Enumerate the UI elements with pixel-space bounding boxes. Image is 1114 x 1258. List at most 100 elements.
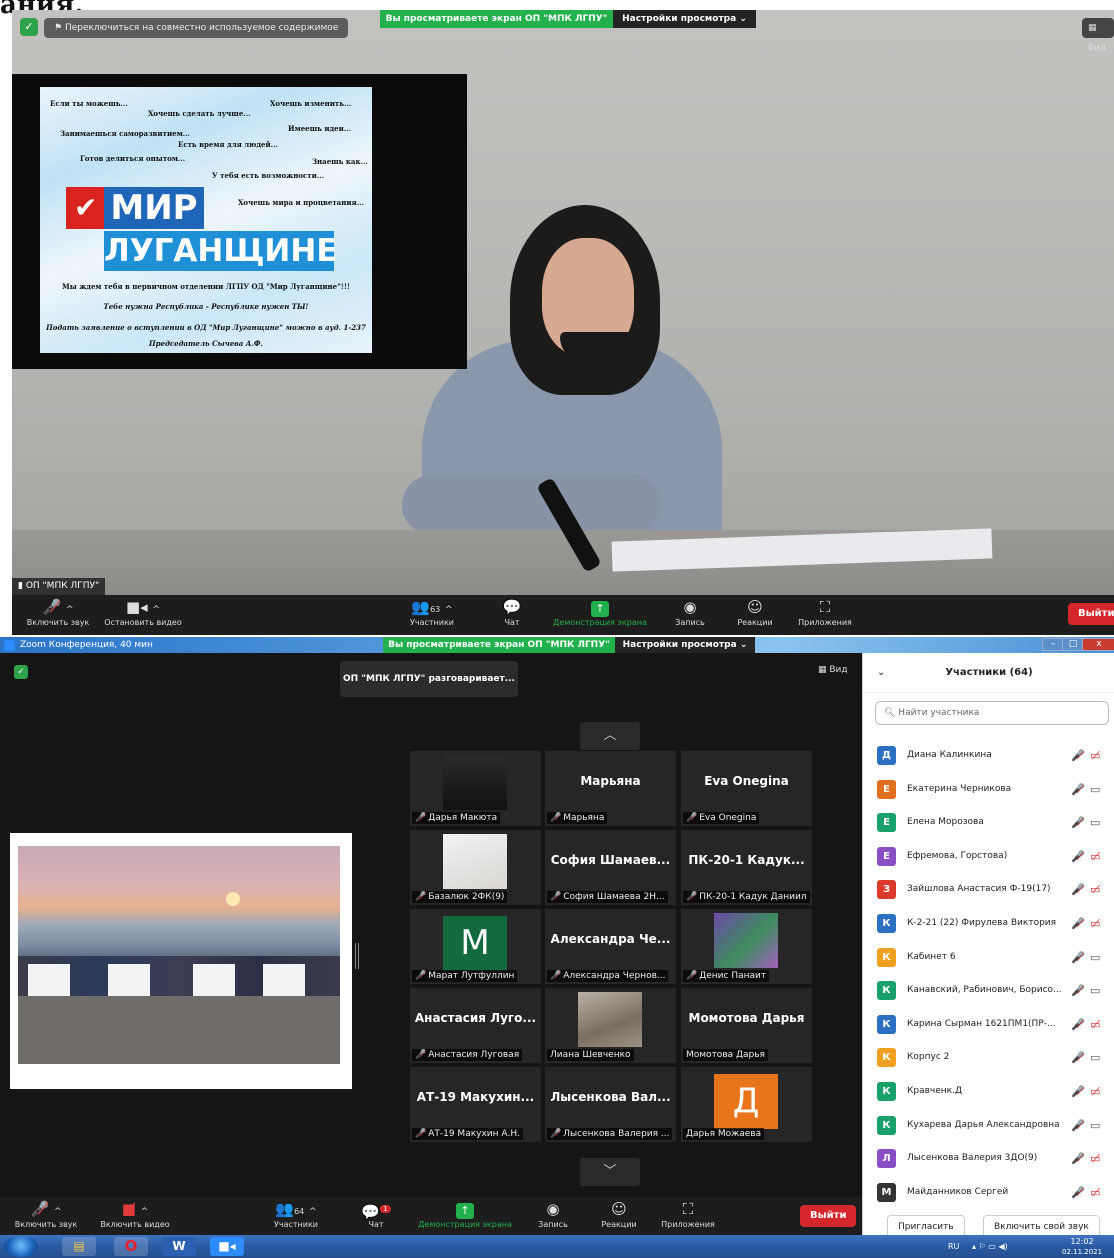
page-up-icon[interactable]: ︿: [580, 722, 640, 750]
participant-tile[interactable]: ПК-20-1 Кадук... 🎤̸ ПК-20-1 Кадук Даниил: [681, 830, 812, 905]
split-handle[interactable]: [355, 943, 359, 969]
participant-tile[interactable]: Марьяна 🎤̸ Марьяна: [545, 751, 676, 826]
invite-button[interactable]: Пригласить: [887, 1215, 965, 1235]
camera-off-icon[interactable]: ▭̸: [1090, 1142, 1100, 1175]
participant-row[interactable]: Е Елена Морозова 🎤̸ ▭: [863, 806, 1114, 839]
participant-row[interactable]: К Корпус 2 🎤̸ ▭: [863, 1041, 1114, 1074]
participant-row[interactable]: Л Лысенкова Валерия 3ДО(9) 🎤̸ ▭̸: [863, 1142, 1114, 1175]
start-button[interactable]: [4, 1236, 38, 1257]
view-button[interactable]: ▦ Вид: [1082, 18, 1114, 53]
camera-icon[interactable]: ▭: [1090, 1109, 1100, 1142]
participant-tile[interactable]: Д Дарья Можаева: [681, 1067, 812, 1142]
camera-icon[interactable]: ▭: [1090, 806, 1100, 839]
camera-icon[interactable]: ▭: [1090, 773, 1100, 806]
participant-row[interactable]: М Майданников Сергей 🎤̸ ▭̸: [863, 1176, 1114, 1209]
participant-tile[interactable]: M 🎤̸ Марат Лутфуллин: [410, 909, 541, 984]
share-screen-button[interactable]: ↑ Демонстрация экрана: [412, 1197, 518, 1235]
audio-button[interactable]: 🎤̸ ^ Включить звук: [18, 595, 98, 635]
page-down-icon[interactable]: ﹀: [580, 1158, 640, 1186]
maximize-icon[interactable]: □: [1062, 638, 1084, 651]
explorer-icon[interactable]: ▤: [62, 1237, 96, 1256]
mic-muted-icon[interactable]: 🎤̸: [1071, 1176, 1085, 1209]
camera-off-icon[interactable]: ▭̸: [1090, 739, 1100, 772]
mic-muted-icon[interactable]: 🎤̸: [1071, 1008, 1085, 1041]
mic-muted-icon[interactable]: 🎤̸: [1071, 806, 1085, 839]
participant-tile[interactable]: АТ-19 Макухин... 🎤̸ АТ-19 Макухин А.Н.: [410, 1067, 541, 1142]
mic-muted-icon[interactable]: 🎤̸: [1071, 907, 1085, 940]
participant-row[interactable]: К Кравченк.Д 🎤̸ ▭̸: [863, 1075, 1114, 1108]
mic-muted-icon[interactable]: 🎤̸: [1071, 1075, 1085, 1108]
camera-off-icon[interactable]: ▭̸: [1090, 907, 1100, 940]
participants-button[interactable]: 👥63 ^ Участники: [397, 595, 467, 635]
camera-icon[interactable]: ▭: [1090, 974, 1100, 1007]
reactions-button[interactable]: ☺ Реакции: [730, 595, 780, 635]
chat-button[interactable]: 💬 1 Чат: [358, 1197, 394, 1235]
leave-button[interactable]: Выйти: [800, 1205, 857, 1227]
chevron-down-icon[interactable]: ⌄: [877, 653, 885, 693]
view-settings-dropdown[interactable]: Настройки просмотра ⌄: [615, 637, 755, 653]
apps-button[interactable]: ⛶ Приложения: [652, 1197, 724, 1235]
mic-muted-icon[interactable]: 🎤̸: [1071, 941, 1085, 974]
participant-tile[interactable]: Александра Че... 🎤̸ Александра Чернов...: [545, 909, 676, 984]
participant-row[interactable]: К Кабинет 6 🎤̸ ▭: [863, 941, 1114, 974]
apps-button[interactable]: ⛶ Приложения: [790, 595, 860, 635]
participant-row[interactable]: К Кухарева Дарья Александровна 🎤̸ ▭: [863, 1109, 1114, 1142]
participant-row[interactable]: К Канавский, Рабинович, Борисо... 🎤̸ ▭: [863, 974, 1114, 1007]
record-button[interactable]: ◉ Запись: [530, 1197, 576, 1235]
leave-button[interactable]: Выйти: [1068, 603, 1114, 625]
security-shield-icon[interactable]: ✓: [14, 665, 28, 679]
participant-row[interactable]: Д Диана Калинкина 🎤̸ ▭̸: [863, 739, 1114, 772]
video-button[interactable]: ■̸ ^ Включить видео: [92, 1197, 178, 1235]
unmute-me-button[interactable]: Включить свой звук: [983, 1215, 1100, 1235]
share-screen-button[interactable]: ↑ Демонстрация экрана: [548, 595, 652, 635]
participant-row[interactable]: Е Ефремова, Горстова) 🎤̸ ▭̸: [863, 840, 1114, 873]
participant-row[interactable]: К К-2-21 (22) Фирулева Виктория 🎤̸ ▭̸: [863, 907, 1114, 940]
tray-icons[interactable]: ▴ ⚐ ▭ ◀): [972, 1235, 1008, 1258]
mic-muted-icon[interactable]: 🎤̸: [1071, 1142, 1085, 1175]
participant-tile[interactable]: 🎤̸ Денис Панаит: [681, 909, 812, 984]
participant-tile[interactable]: Лысенкова Вал... 🎤̸ Лысенкова Валерия ...: [545, 1067, 676, 1142]
participant-tile[interactable]: 🎤̸ Базалюк 2ФК(9): [410, 830, 541, 905]
camera-off-icon[interactable]: ▭̸: [1090, 840, 1100, 873]
view-button[interactable]: ▦ Вид: [818, 665, 848, 675]
mic-muted-icon[interactable]: 🎤̸: [1071, 840, 1085, 873]
video-button[interactable]: ■◂ ^ Остановить видео: [98, 595, 188, 635]
participant-row[interactable]: Е Екатерина Черникова 🎤̸ ▭: [863, 773, 1114, 806]
participants-button[interactable]: 👥64 ^ Участники: [258, 1197, 334, 1235]
audio-button[interactable]: 🎤̸ ^ Включить звук: [6, 1197, 86, 1235]
camera-off-icon[interactable]: ▭̸: [1090, 1075, 1100, 1108]
chat-button[interactable]: 💬 Чат: [494, 595, 530, 635]
participant-row[interactable]: З Зайшлова Анастасия Ф-19(17) 🎤̸ ▭̸: [863, 873, 1114, 906]
participant-search-input[interactable]: 🔍︎ Найти участника: [875, 701, 1109, 725]
camera-off-icon[interactable]: ▭̸: [1090, 1008, 1100, 1041]
mic-muted-icon[interactable]: 🎤̸: [1071, 974, 1085, 1007]
camera-icon[interactable]: ▭: [1090, 941, 1100, 974]
minimize-icon[interactable]: –: [1042, 638, 1064, 651]
mic-muted-icon[interactable]: 🎤̸: [1071, 773, 1085, 806]
language-indicator[interactable]: RU: [948, 1235, 959, 1258]
opera-icon[interactable]: O: [114, 1237, 148, 1256]
participant-tile[interactable]: Лиана Шевченко: [545, 988, 676, 1063]
switch-to-shared-content-button[interactable]: ⚑ Переключиться на совместно используемо…: [44, 18, 349, 38]
participant-tile[interactable]: Анастасия Луго... 🎤̸ Анастасия Луговая: [410, 988, 541, 1063]
word-icon[interactable]: W: [162, 1237, 196, 1256]
zoom-icon[interactable]: ■◂: [210, 1237, 244, 1256]
security-shield-icon[interactable]: ✓: [20, 18, 38, 36]
clock[interactable]: 12:02 02.11.2021: [1062, 1237, 1102, 1257]
shared-screen-thumbnail[interactable]: [10, 833, 352, 1089]
mic-muted-icon[interactable]: 🎤̸: [1071, 739, 1085, 772]
mic-muted-icon[interactable]: 🎤̸: [1071, 1041, 1085, 1074]
participant-tile[interactable]: Момотова Дарья Момотова Дарья: [681, 988, 812, 1063]
participant-tile[interactable]: Eva Onegina 🎤̸ Eva Onegina: [681, 751, 812, 826]
participant-row[interactable]: К Карина Сырман 1621ПМ1(ПР-... 🎤̸ ▭̸: [863, 1008, 1114, 1041]
camera-off-icon[interactable]: ▭̸: [1090, 1176, 1100, 1209]
camera-off-icon[interactable]: ▭̸: [1090, 873, 1100, 906]
view-settings-dropdown[interactable]: Настройки просмотра ⌄: [613, 10, 756, 28]
reactions-button[interactable]: ☺ Реакции: [594, 1197, 644, 1235]
mic-muted-icon[interactable]: 🎤̸: [1071, 873, 1085, 906]
record-button[interactable]: ◉ Запись: [667, 595, 713, 635]
close-icon[interactable]: x: [1082, 638, 1114, 651]
mic-muted-icon[interactable]: 🎤̸: [1071, 1109, 1085, 1142]
camera-icon[interactable]: ▭: [1090, 1041, 1100, 1074]
participant-tile[interactable]: 🎤̸ Дарья Макюта: [410, 751, 541, 826]
